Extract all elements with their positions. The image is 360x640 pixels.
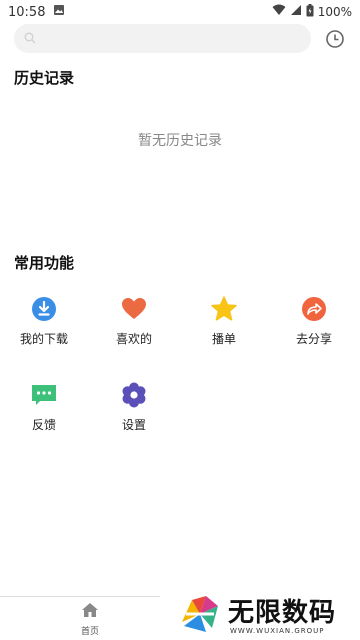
func-label: 反馈: [31, 418, 56, 432]
battery-icon: [306, 3, 314, 21]
home-icon: [81, 602, 99, 622]
watermark: 无限数码 WWW.WUXIAN.GROUP: [172, 590, 360, 640]
star-icon: [211, 296, 237, 322]
history-empty-text: 暂无历史记录: [138, 133, 222, 149]
search-row: [14, 24, 346, 54]
func-label: 喜欢的: [115, 332, 152, 346]
features-title: 常用功能: [14, 254, 75, 272]
feedback-icon: [31, 382, 57, 408]
func-favorites[interactable]: 喜欢的: [104, 296, 164, 356]
watermark-subtext: WWW.WUXIAN.GROUP: [230, 627, 325, 635]
search-input[interactable]: [40, 31, 290, 46]
func-my-downloads[interactable]: 我的下载: [14, 296, 74, 356]
nav-home-tab[interactable]: 首页: [70, 602, 110, 638]
heart-icon: [121, 296, 147, 322]
history-title: 历史记录: [14, 69, 75, 87]
func-share[interactable]: 去分享: [284, 296, 344, 356]
watermark-logo-icon: [176, 592, 222, 640]
bottom-divider: [0, 596, 160, 597]
signal-icon: [290, 4, 302, 20]
func-label: 我的下载: [19, 332, 68, 346]
func-settings[interactable]: 设置: [104, 382, 164, 442]
func-playlist[interactable]: 播单: [194, 296, 254, 356]
settings-icon: [121, 382, 147, 408]
search-icon: [24, 29, 36, 48]
share-icon: [301, 296, 327, 322]
func-feedback[interactable]: 反馈: [14, 382, 74, 442]
nav-home-label: 首页: [80, 627, 99, 637]
wifi-icon: [272, 4, 286, 20]
history-clock-button[interactable]: [324, 28, 346, 50]
search-box[interactable]: [14, 24, 311, 53]
clock-icon: [324, 30, 346, 54]
func-label: 播单: [211, 332, 236, 346]
func-label: 去分享: [295, 332, 332, 346]
battery-percent: 100%: [317, 5, 352, 19]
status-time: 10:58: [8, 4, 46, 20]
status-bar: 10:58 100%: [0, 0, 360, 24]
func-label: 设置: [121, 418, 146, 432]
image-notification-icon: [53, 4, 65, 20]
watermark-text: 无限数码: [228, 598, 337, 628]
download-icon: [31, 296, 57, 322]
